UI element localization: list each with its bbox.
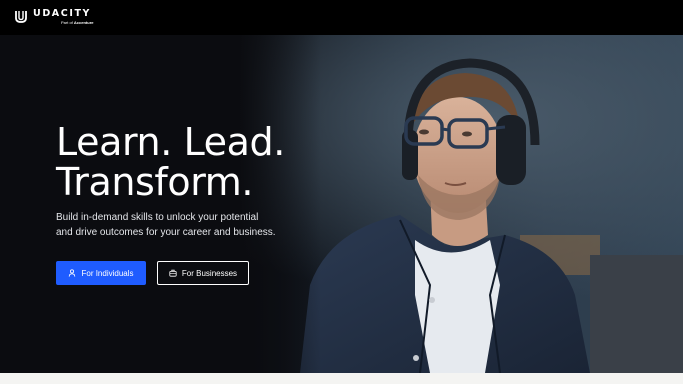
for-businesses-button[interactable]: For Businesses [157,261,249,285]
next-section-edge [0,373,683,384]
top-navigation-bar: UDACITY Part of Accenture [0,0,683,35]
for-businesses-label: For Businesses [181,268,238,278]
hero-subtext: Build in-demand skills to unlock your po… [56,212,276,238]
udacity-logo[interactable]: UDACITY Part of Accenture [14,9,93,25]
hero-photo-man-with-headphones [0,35,683,373]
person-icon [69,269,76,277]
hero-headline: Learn. Lead. Transform. [56,122,285,202]
briefcase-icon [169,269,177,277]
brand-name: UDACITY [33,8,92,19]
for-individuals-button[interactable]: For Individuals [56,261,146,285]
brand-tagline: Part of Accenture [61,19,94,25]
for-individuals-label: For Individuals [81,268,134,278]
udacity-logo-icon [15,10,27,23]
headline-line-1: Learn. Lead. [56,120,285,164]
hero-section: Learn. Lead. Transform. Build in-demand … [0,35,683,373]
headline-line-2: Transform. [56,160,254,204]
